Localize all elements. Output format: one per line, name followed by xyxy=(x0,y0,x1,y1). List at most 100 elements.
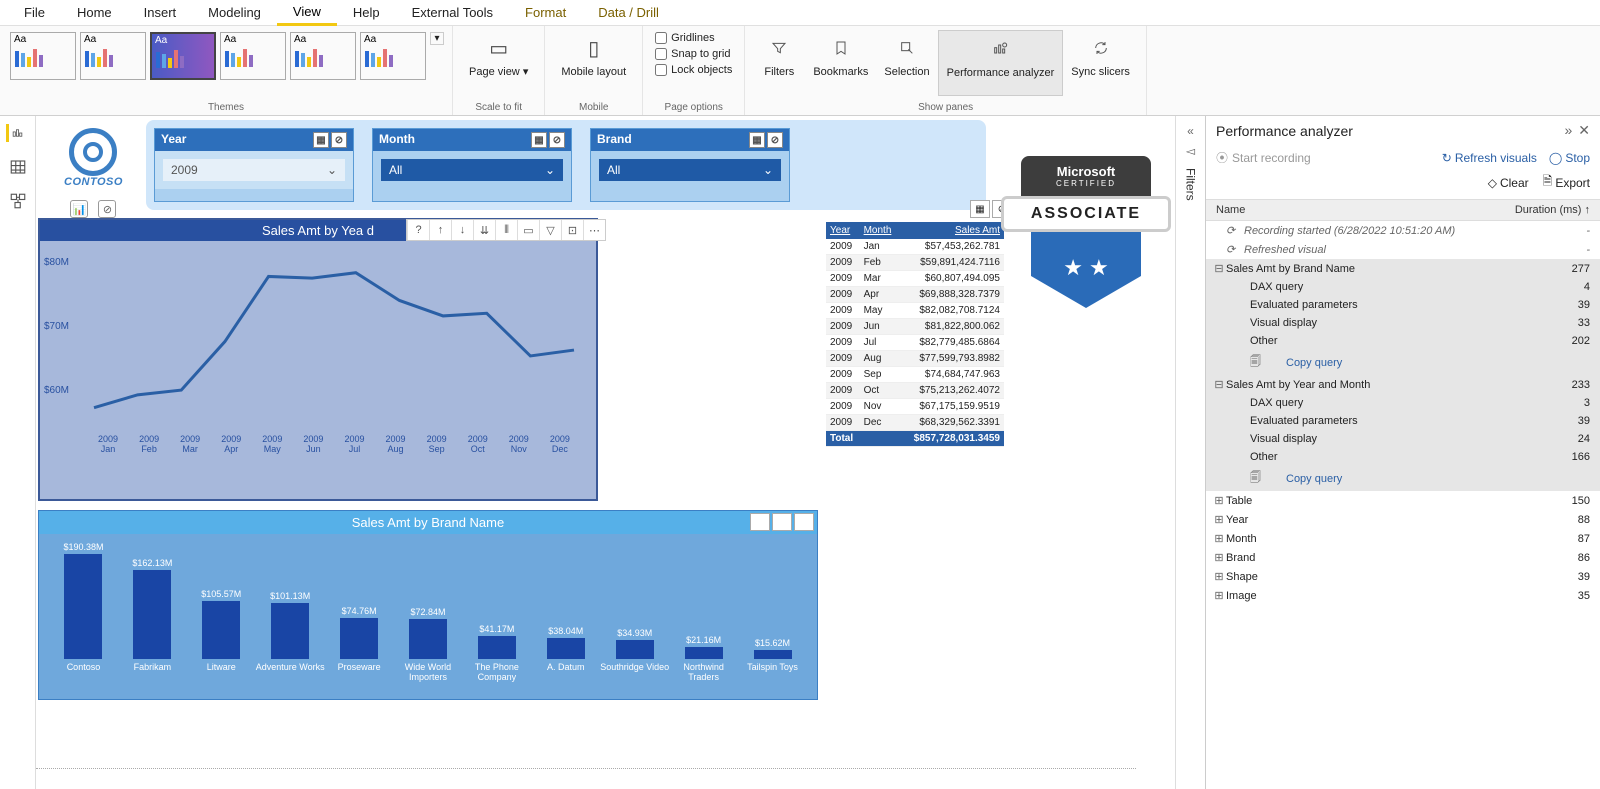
theme-thumb-6[interactable]: Aa xyxy=(360,32,426,80)
expand-pane-icon[interactable]: » xyxy=(1564,122,1572,139)
table-row[interactable]: 2009May$82,082,708.7124 xyxy=(826,303,1004,319)
mobile-layout-button[interactable]: ▯ Mobile layout xyxy=(553,30,634,96)
expand-toggle-icon[interactable]: ⊞ xyxy=(1212,494,1226,507)
menu-view[interactable]: View xyxy=(277,0,337,26)
expand-toggle-icon[interactable]: ⊞ xyxy=(1212,532,1226,545)
table-row[interactable]: 2009Sep$74,684,747.963 xyxy=(826,367,1004,383)
menu-help[interactable]: Help xyxy=(337,1,396,24)
expand-toggle-icon[interactable]: ⊞ xyxy=(1212,570,1226,583)
table-row[interactable]: 2009Jul$82,779,485.6864 xyxy=(826,335,1004,351)
line-chart-visual[interactable]: Sales Amt by Yea d ? ↑ ↓ ⇊ ⫴ ▭ ▽ ⊡ ⋯ $80… xyxy=(38,218,598,501)
expand-icon[interactable]: ⇊ xyxy=(473,220,495,240)
perf-visual-row[interactable]: ⊞Image35 xyxy=(1206,586,1600,605)
performance-analyzer-button[interactable]: Performance analyzer xyxy=(938,30,1064,96)
table-row[interactable]: 2009Dec$68,329,562.3391 xyxy=(826,415,1004,431)
menu-data-drill[interactable]: Data / Drill xyxy=(582,1,675,24)
export-button[interactable]: 🗎Export xyxy=(1543,172,1590,193)
slicer-chart-icon[interactable]: ▦ xyxy=(531,132,547,148)
perf-visual-row[interactable]: ⊞Year88 xyxy=(1206,510,1600,529)
slicer-clear-icon[interactable]: ⊘ xyxy=(331,132,347,148)
table-row[interactable]: 2009Jun$81,822,800.062 xyxy=(826,319,1004,335)
bookmarks-pane-button[interactable]: Bookmarks xyxy=(805,30,876,96)
spotlight-icon[interactable]: ⊡ xyxy=(561,220,583,240)
slicer-chart-icon[interactable]: ▦ xyxy=(749,132,765,148)
stop-button[interactable]: ◯Stop xyxy=(1549,149,1590,166)
table-chart-icon[interactable]: ▦ xyxy=(970,200,990,218)
table-row[interactable]: 2009Aug$77,599,793.8982 xyxy=(826,351,1004,367)
clear-button[interactable]: ◇Clear xyxy=(1488,172,1529,193)
logo-clear-icon[interactable]: ⊘ xyxy=(98,200,116,218)
col-name[interactable]: Name xyxy=(1216,204,1515,216)
drillup-icon[interactable]: ↑ xyxy=(429,220,451,240)
snap-checkbox[interactable]: Snap to grid xyxy=(655,48,732,60)
bar-hierarchy-icon[interactable]: ▦ xyxy=(750,513,770,531)
expand-toggle-icon[interactable]: ⊟ xyxy=(1212,262,1226,275)
perf-visual-row[interactable]: ⊞Brand86 xyxy=(1206,548,1600,567)
theme-thumb-3[interactable]: Aa xyxy=(150,32,216,80)
slicer-month[interactable]: Month ▦⊘ All⌄ xyxy=(372,128,572,202)
table-row[interactable]: 2009Mar$60,807,494.095 xyxy=(826,271,1004,287)
menu-external-tools[interactable]: External Tools xyxy=(396,1,509,24)
theme-thumb-1[interactable]: Aa xyxy=(10,32,76,80)
table-row[interactable]: 2009Apr$69,888,328.7379 xyxy=(826,287,1004,303)
table-row[interactable]: 2009Jan$57,453,262.781 xyxy=(826,239,1004,255)
menu-file[interactable]: File xyxy=(8,1,61,24)
perf-visual-row[interactable]: ⊞Month87 xyxy=(1206,529,1600,548)
refresh-visuals-button[interactable]: ↻Refresh visuals xyxy=(1442,149,1537,166)
month-dropdown[interactable]: All⌄ xyxy=(381,159,563,181)
lock-checkbox[interactable]: Lock objects xyxy=(655,64,732,76)
filters-pane-button[interactable]: Filters xyxy=(753,30,805,96)
slicer-clear-icon[interactable]: ⊘ xyxy=(549,132,565,148)
table-row[interactable]: 2009Oct$75,213,262.4072 xyxy=(826,383,1004,399)
slicer-chart-icon[interactable]: ▦ xyxy=(313,132,329,148)
brand-dropdown[interactable]: All⌄ xyxy=(599,159,781,181)
start-recording-button[interactable]: ⦿Start recording xyxy=(1216,149,1311,166)
logo-chart-icon[interactable]: 📊 xyxy=(70,200,88,218)
theme-thumb-5[interactable]: Aa xyxy=(290,32,356,80)
perf-visual-row[interactable]: ⊟Sales Amt by Year and Month233 xyxy=(1206,375,1600,394)
slicer-brand[interactable]: Brand ▦⊘ All⌄ xyxy=(590,128,790,202)
slicer-clear-icon[interactable]: ⊘ xyxy=(767,132,783,148)
help-icon[interactable]: ? xyxy=(407,220,429,240)
expand-toggle-icon[interactable]: ⊞ xyxy=(1212,551,1226,564)
theme-thumb-2[interactable]: Aa xyxy=(80,32,146,80)
bar-clear-icon[interactable]: ⊘ xyxy=(794,513,814,531)
perf-visual-row[interactable]: ⊞Table150 xyxy=(1206,491,1600,510)
slicer-year[interactable]: Year ▦⊘ 2009⌄ xyxy=(154,128,354,202)
data-table-visual[interactable]: ▦ ⊘ Year Month Sales Amt 2009Jan$57,453,… xyxy=(826,222,1004,447)
page-view-button[interactable]: ▭ Page view ▾ xyxy=(461,30,536,96)
table-row[interactable]: 2009Feb$59,891,424.7116 xyxy=(826,255,1004,271)
year-dropdown[interactable]: 2009⌄ xyxy=(163,159,345,181)
report-view-icon[interactable] xyxy=(6,124,24,142)
gridlines-checkbox[interactable]: Gridlines xyxy=(655,32,732,44)
expand-toggle-icon[interactable]: ⊟ xyxy=(1212,378,1226,391)
bar-chart-icon[interactable]: ▦ xyxy=(772,513,792,531)
perf-visual-row[interactable]: ⊟Sales Amt by Brand Name277 xyxy=(1206,259,1600,278)
sync-slicers-button[interactable]: Sync slicers xyxy=(1063,30,1138,96)
theme-thumb-4[interactable]: Aa xyxy=(220,32,286,80)
filters-pane-collapsed[interactable]: « ◅ Filters xyxy=(1175,116,1205,789)
theme-more-dropdown[interactable]: ▾ xyxy=(430,32,444,45)
expand-toggle-icon[interactable]: ⊞ xyxy=(1212,589,1226,602)
hierarchy-icon[interactable]: ⫴ xyxy=(495,220,517,240)
report-canvas[interactable]: CONTOSO 📊 ⊘ Year ▦⊘ 2009⌄ Month ▦⊘ All⌄ … xyxy=(36,116,1175,789)
selection-pane-button[interactable]: Selection xyxy=(876,30,937,96)
more-icon[interactable]: ⋯ xyxy=(583,220,605,240)
expand-filters-icon[interactable]: « xyxy=(1187,124,1194,138)
perf-visual-row[interactable]: ⊞Shape39 xyxy=(1206,567,1600,586)
data-view-icon[interactable] xyxy=(9,158,27,176)
menu-insert[interactable]: Insert xyxy=(128,1,193,24)
col-duration[interactable]: Duration (ms) ↑ xyxy=(1515,204,1590,216)
menu-home[interactable]: Home xyxy=(61,1,128,24)
filter-icon[interactable]: ▽ xyxy=(539,220,561,240)
copy-query-link[interactable]: 🗐Copy query xyxy=(1206,466,1600,491)
table-row[interactable]: 2009Nov$67,175,159.9519 xyxy=(826,399,1004,415)
menu-format[interactable]: Format xyxy=(509,1,582,24)
menu-modeling[interactable]: Modeling xyxy=(192,1,277,24)
focus-icon[interactable]: ▭ xyxy=(517,220,539,240)
close-pane-icon[interactable]: ✕ xyxy=(1578,122,1590,139)
bar-chart-visual[interactable]: Sales Amt by Brand Name ▦ ▦ ⊘ $190.38MCo… xyxy=(38,510,818,700)
drilldown-icon[interactable]: ↓ xyxy=(451,220,473,240)
expand-toggle-icon[interactable]: ⊞ xyxy=(1212,513,1226,526)
copy-query-link[interactable]: 🗐Copy query xyxy=(1206,350,1600,375)
